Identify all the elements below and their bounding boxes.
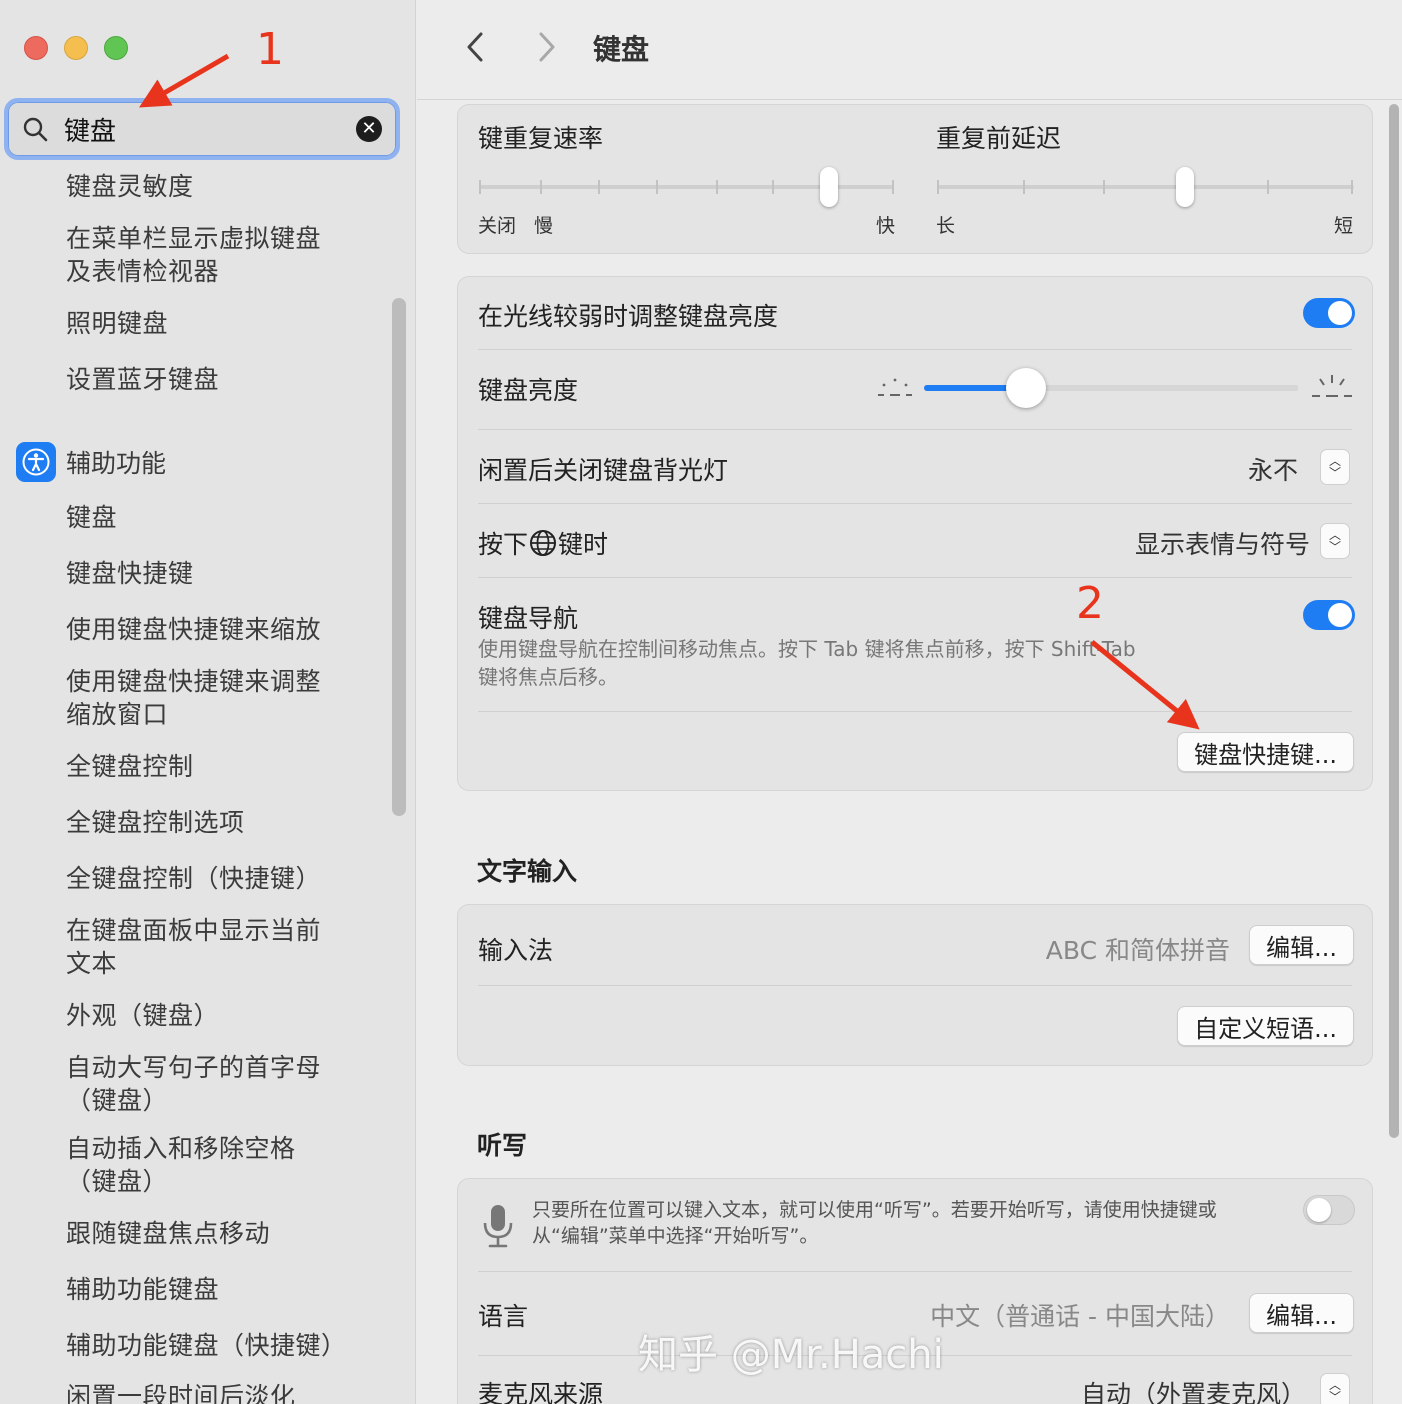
globe-key-value[interactable]: 显示表情与符号 [1135,525,1310,561]
repeat-delay-label: 重复前延迟 [936,124,1062,153]
sidebar-result[interactable]: 设置蓝牙键盘 [66,363,219,396]
delay-long-label: 长 [936,215,956,237]
sidebar-result[interactable]: 在键盘面板中显示当前 文本 [66,914,321,980]
sidebar-result[interactable]: 闲置一段时间后淡化 [66,1380,296,1404]
xmark-circle-icon[interactable]: ✕ [356,116,382,142]
sidebar-result[interactable]: 键盘灵敏度 [66,170,194,203]
sidebar-result[interactable]: 跟随键盘焦点移动 [66,1217,270,1250]
divider [478,503,1352,504]
sidebar-group-label: 辅助功能 [66,449,167,478]
globe-key-stepper[interactable]: ︿ ﹀ [1320,523,1350,559]
input-sources-value: ABC 和简体拼音 [1045,936,1230,965]
brightness-low-icon [878,378,912,396]
key-repeat-rate-label: 键重复速率 [478,124,604,153]
annotation-number-2: 2 [1076,578,1104,629]
text-replacements-button[interactable]: 自定义短语... [1177,1006,1354,1046]
sidebar-result[interactable]: 在菜单栏显示虚拟键盘 及表情检视器 [66,222,321,288]
divider [478,1271,1352,1272]
keyboard-navigation-desc-2: 键将焦点后移。 [478,665,618,689]
microphone-source-value[interactable]: 自动（外置麦克风） [1081,1375,1306,1404]
microphone-source-label: 麦克风来源 [478,1380,604,1404]
search-icon [23,117,48,142]
dictation-language-label: 语言 [478,1302,529,1331]
close-window-button[interactable] [24,36,48,60]
dictation-desc-1: 只要所在位置可以键入文本，就可以使用“听写”。若要开始听写，请使用快捷键或 [532,1199,1217,1221]
delay-short-label: 短 [1334,215,1354,237]
divider [478,349,1352,350]
rate-fast-label: 快 [876,215,896,237]
globe-key-label-prefix: 按下 [478,530,529,559]
sidebar-result[interactable]: 使用键盘快捷键来调整 缩放窗口 [66,665,321,731]
sidebar-result[interactable]: 键盘 [66,501,117,534]
dictation-toggle[interactable] [1303,1195,1355,1225]
key-repeat-rate-thumb[interactable] [820,167,838,207]
dictation-language-value: 中文（普通话 - 中国大陆） [930,1302,1230,1331]
accessibility-icon [16,442,56,482]
zoom-window-button[interactable] [104,36,128,60]
sidebar-result[interactable]: 辅助功能键盘（快捷键） [66,1329,347,1362]
text-input-card: 输入法 ABC 和简体拼音 编辑... 自定义短语... [457,904,1373,1066]
divider [478,985,1352,986]
globe-key-label-suffix: 键时 [558,530,609,559]
keyboard-shortcuts-button[interactable]: 键盘快捷键... [1177,732,1354,772]
dictation-language-edit-button[interactable]: 编辑... [1249,1293,1354,1333]
sidebar-result[interactable]: 键盘快捷键 [66,557,194,590]
toolbar: 键盘 [417,0,1402,100]
keyboard-brightness-label: 键盘亮度 [478,376,579,405]
microphone-source-stepper[interactable]: ︿ ﹀ [1320,1373,1350,1404]
rate-slow-label: 慢 [534,215,554,237]
annotation-number-1: 1 [256,24,284,75]
sidebar-result[interactable]: 自动插入和移除空格 （键盘） [66,1132,296,1198]
search-field[interactable]: 键盘 ✕ [4,98,400,160]
globe-icon [530,530,557,556]
auto-brightness-toggle[interactable] [1303,298,1355,328]
page-title: 键盘 [593,33,650,66]
brightness-high-icon [1312,375,1352,397]
divider [478,711,1352,712]
key-repeat-card: 键重复速率 重复前延迟 关闭 慢 快 长 短 [457,104,1373,254]
globe-key-row-label: 按下 键时 [478,525,608,561]
sidebar: 键盘 ✕ 键盘灵敏度 在菜单栏显示虚拟键盘 及表情检视器 照明键盘 设置蓝牙键盘… [0,0,416,1404]
input-sources-edit-button[interactable]: 编辑... [1249,925,1354,965]
sidebar-result[interactable]: 全键盘控制（快捷键） [66,862,321,895]
keyboard-navigation-label: 键盘导航 [478,604,579,633]
idle-backlight-off-stepper[interactable]: ︿ ﹀ [1320,449,1350,485]
keyboard-navigation-toggle[interactable] [1303,600,1355,630]
dictation-section-title: 听写 [477,1131,528,1160]
sidebar-result[interactable]: 全键盘控制选项 [66,806,245,839]
keyboard-navigation-desc-1: 使用键盘导航在控制间移动焦点。按下 Tab 键将焦点前移，按下 Shift-Ta… [478,637,1136,661]
sidebar-result[interactable]: 使用键盘快捷键来缩放 [66,613,321,646]
text-input-section-title: 文字输入 [477,857,578,886]
search-query[interactable]: 键盘 [64,111,356,148]
rate-off-label: 关闭 [478,215,517,237]
sidebar-result[interactable]: 照明键盘 [66,307,168,340]
window-controls [24,36,128,60]
dictation-desc-2: 从“编辑”菜单中选择“开始听写”。 [532,1225,819,1247]
sidebar-result[interactable]: 外观（键盘） [66,999,219,1032]
input-sources-label: 输入法 [478,936,554,965]
sidebar-group-accessibility[interactable]: 辅助功能 [16,442,166,482]
back-chevron-icon[interactable] [461,30,491,64]
settings-pane: 键盘 键重复速率 重复前延迟 关闭 慢 快 长 短 在光线较弱时调整键盘亮度 键… [417,0,1402,1404]
idle-backlight-off-label: 闲置后关闭键盘背光灯 [478,456,729,485]
keyboard-settings-card: 在光线较弱时调整键盘亮度 键盘亮度 闲置后关闭键盘背光灯 永不 ︿ ﹀ 按下 键… [457,276,1373,791]
watermark: 知乎 @Mr.Hachi [638,1332,944,1378]
brightness-knob[interactable] [1006,368,1046,408]
minimize-window-button[interactable] [64,36,88,60]
sidebar-result[interactable]: 全键盘控制 [66,750,194,783]
repeat-delay-thumb[interactable] [1176,167,1194,207]
auto-brightness-label: 在光线较弱时调整键盘亮度 [478,302,779,331]
divider [478,429,1352,430]
sidebar-scrollbar[interactable] [392,298,406,816]
idle-backlight-off-value[interactable]: 永不 [1248,451,1298,487]
forward-chevron-icon[interactable] [531,30,561,64]
main-scrollbar[interactable] [1389,104,1399,1138]
sidebar-result[interactable]: 自动大写句子的首字母 （键盘） [66,1051,321,1117]
microphone-icon [483,1205,513,1248]
sidebar-result[interactable]: 辅助功能键盘 [66,1273,219,1306]
divider [478,577,1352,578]
